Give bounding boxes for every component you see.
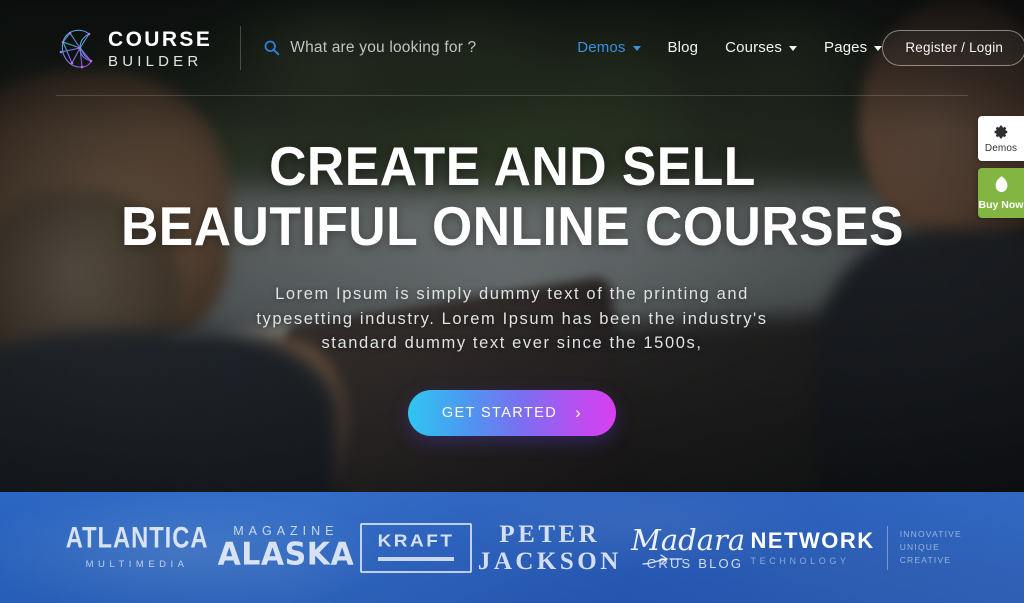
nav-item-blog-label: Blog — [667, 39, 699, 56]
client-logo-network-tag-3: CREATIVE — [899, 555, 952, 565]
client-logo-peter-jackson[interactable]: PETER JACKSON — [478, 522, 622, 574]
client-logo-network-divider — [886, 525, 888, 570]
search-icon — [264, 40, 280, 56]
swoosh-icon — [642, 553, 683, 565]
nav-item-pages[interactable]: Pages — [824, 39, 883, 56]
nav-item-courses[interactable]: Courses — [725, 39, 798, 56]
hero-title-line2: BEAUTIFUL ONLINE COURSES — [120, 195, 904, 257]
nav-item-pages-label: Pages — [824, 39, 868, 56]
nav-item-demos[interactable]: Demos — [577, 39, 641, 56]
hero-subtitle: Lorem Ipsum is simply dummy text of the … — [256, 285, 768, 352]
client-logo-network-tags: INNOVATIVE UNIQUE CREATIVE — [900, 528, 962, 567]
client-logo-kraft[interactable]: KRAFT — [359, 522, 473, 573]
header-bottom-divider — [56, 95, 968, 96]
demos-side-button-label: Demos — [984, 142, 1018, 154]
client-logo-kraft-underline — [377, 556, 455, 561]
chevron-down-icon — [789, 46, 798, 51]
nav-item-demos-label: Demos — [577, 39, 626, 56]
get-started-button[interactable]: GET STARTED › — [407, 389, 617, 436]
envato-leaf-icon — [995, 176, 1007, 192]
main-navigation: Demos Blog Courses Pages — [577, 39, 883, 56]
brand-name-primary: COURSE — [108, 27, 213, 51]
client-logo-network-tagline: TECHNOLOGY — [750, 555, 850, 566]
client-logo-alaska[interactable]: MAGAZINE ALASKA — [218, 525, 355, 571]
client-logo-alaska-name: ALASKA — [217, 536, 355, 574]
client-logo-network[interactable]: NETWORK TECHNOLOGY INNOVATIVE UNIQUE CRE… — [750, 525, 962, 570]
floating-side-widgets: Demos Buy Now — [978, 116, 1024, 218]
client-logo-madara[interactable]: Madara CRUS BLOG — [627, 522, 746, 570]
landing-page: COURSE BUILDER Demos Blog — [0, 0, 1024, 603]
header-divider-vertical — [240, 25, 242, 70]
client-logo-bar: ATLANTICA MULTIMEDIA MAGAZINE ALASKA KRA… — [0, 492, 1024, 603]
buy-now-side-button-label: Buy Now — [978, 199, 1024, 211]
client-logo-kraft-name: KRAFT — [377, 531, 455, 551]
register-login-button[interactable]: Register / Login — [882, 29, 1024, 66]
client-logo-peter-jackson-line2: JACKSON — [477, 547, 622, 575]
client-logo-network-name: NETWORK — [750, 527, 875, 553]
demos-side-button[interactable]: Demos — [978, 116, 1024, 161]
nav-item-blog[interactable]: Blog — [668, 39, 699, 56]
hero-title: CREATE AND SELL BEAUTIFUL ONLINE COURSES — [120, 136, 903, 256]
chevron-down-icon — [874, 46, 883, 51]
client-logo-atlantica-name: ATLANTICA — [65, 521, 209, 555]
buy-now-side-button[interactable]: Buy Now — [978, 168, 1024, 218]
chevron-right-icon: › — [575, 403, 583, 422]
search-input[interactable] — [290, 38, 506, 57]
nav-item-courses-label: Courses — [725, 39, 783, 56]
client-logo-atlantica-tagline: MULTIMEDIA — [85, 558, 189, 570]
brand-name-secondary: BUILDER — [108, 52, 203, 70]
site-header: COURSE BUILDER Demos Blog — [0, 0, 1024, 96]
header-actions: Register / Login — [882, 29, 1024, 67]
gear-icon — [994, 125, 1008, 138]
get-started-label: GET STARTED — [441, 404, 558, 421]
hero-title-line1: CREATE AND SELL — [268, 135, 756, 197]
brand-logo[interactable]: COURSE BUILDER — [58, 25, 212, 71]
brand-text: COURSE BUILDER — [108, 27, 212, 69]
chevron-down-icon — [632, 46, 641, 51]
client-logo-network-tag-1: INNOVATIVE — [899, 529, 962, 539]
client-logo-atlantica[interactable]: ATLANTICA MULTIMEDIA — [62, 521, 212, 570]
client-logo-network-tag-2: UNIQUE — [899, 542, 940, 552]
client-logo-madara-name: Madara — [631, 522, 746, 557]
wireframe-c-logo-icon — [59, 29, 93, 68]
search-box[interactable] — [263, 38, 506, 57]
hero-section: CREATE AND SELL BEAUTIFUL ONLINE COURSES… — [0, 96, 1024, 492]
client-logo-peter-jackson-line1: PETER — [499, 520, 601, 548]
